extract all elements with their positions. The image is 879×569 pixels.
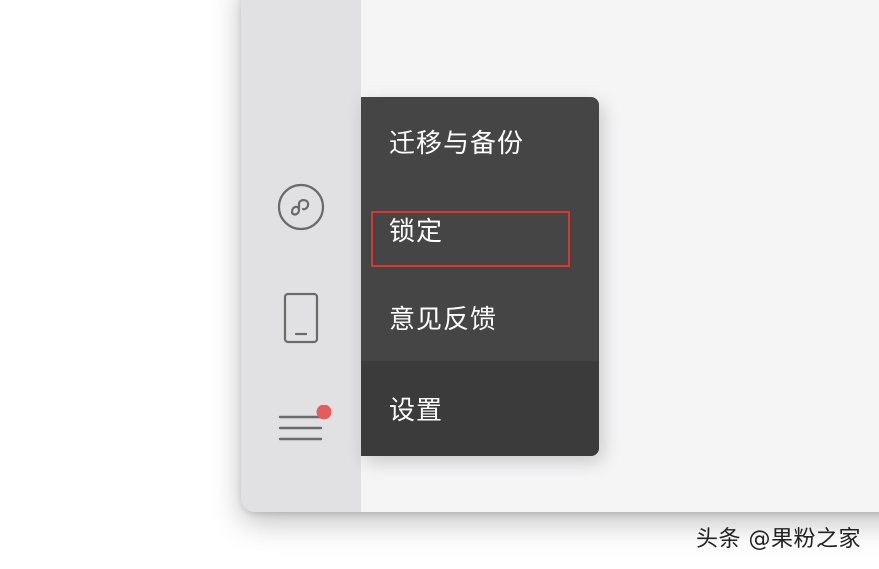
mini-program-icon[interactable] bbox=[277, 183, 325, 231]
watermark: 头条 @果粉之家 bbox=[696, 527, 861, 552]
menu-item-label: 意见反馈 bbox=[389, 304, 498, 335]
menu-item-settings[interactable]: 设置 bbox=[361, 361, 599, 456]
menu-item-lock[interactable]: 锁定 bbox=[361, 185, 599, 273]
menu-item-label: 设置 bbox=[389, 396, 444, 426]
menu-icon[interactable] bbox=[277, 405, 333, 455]
menu-item-label: 迁移与备份 bbox=[389, 128, 525, 159]
menu-item-label: 锁定 bbox=[389, 216, 444, 247]
menu-badge-dot bbox=[316, 405, 332, 420]
phone-icon[interactable] bbox=[281, 292, 321, 346]
more-popup-menu: 迁移与备份 锁定 意见反馈 设置 bbox=[361, 97, 599, 456]
sidebar bbox=[241, 0, 361, 512]
stage: 迁移与备份 锁定 意见反馈 设置 头条 @果粉之家 bbox=[0, 0, 879, 569]
menu-item-migrate-backup[interactable]: 迁移与备份 bbox=[361, 97, 599, 185]
menu-item-feedback[interactable]: 意见反馈 bbox=[361, 273, 599, 361]
